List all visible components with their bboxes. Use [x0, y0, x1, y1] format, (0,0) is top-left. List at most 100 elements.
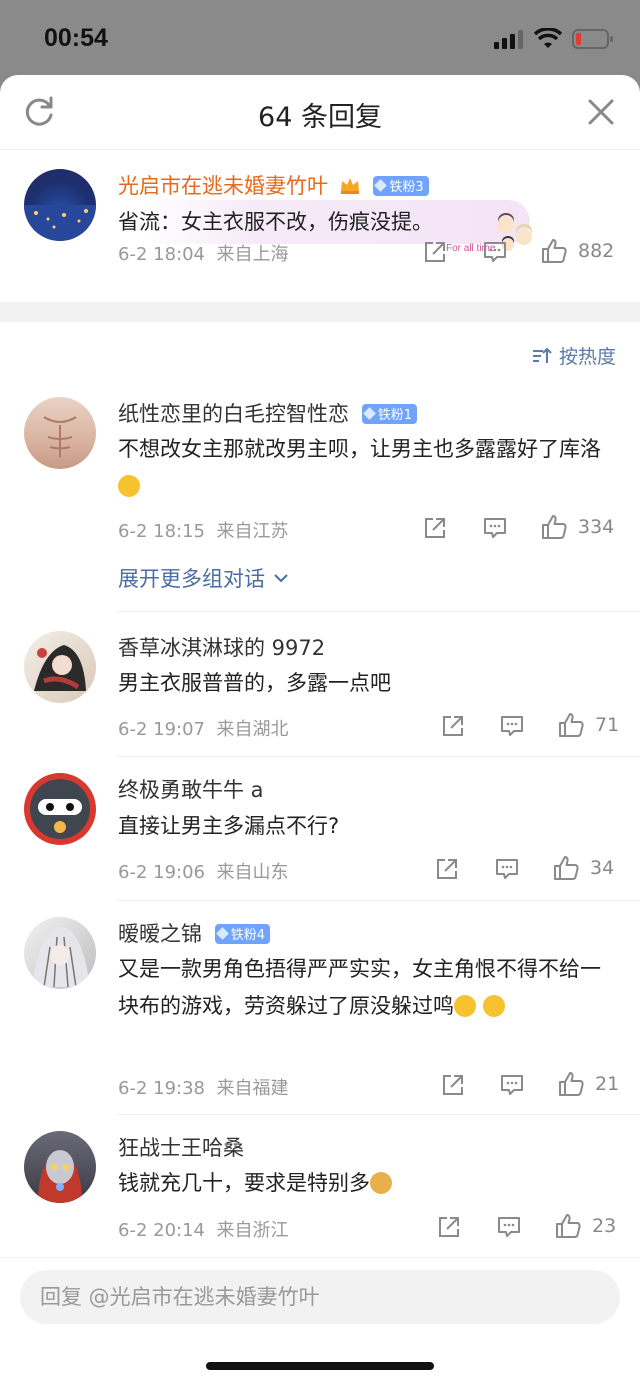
username-text: 光启市在逃未婚妻竹叶 — [118, 174, 328, 198]
like-button[interactable]: 334 — [540, 513, 614, 541]
share-button[interactable] — [434, 856, 460, 882]
comment-username[interactable]: 暧暧之锦 铁粉4 — [118, 918, 270, 948]
comment-icon — [484, 518, 506, 538]
avatar[interactable] — [24, 917, 96, 989]
share-button[interactable] — [422, 239, 448, 265]
row-divider — [118, 1114, 640, 1115]
comment-text: 省流：女主衣服不改，伤痕没提。 — [118, 210, 433, 234]
page-title: 64 条回复 — [258, 102, 382, 133]
comment-username[interactable]: 香草冰淇淋球的 9972 — [118, 632, 325, 662]
battery-icon — [572, 29, 613, 49]
share-icon — [425, 242, 445, 262]
replies-sheet: 64 条回复 光启市在逃未婚妻竹叶 铁粉3 省流：女主衣服不改，伤痕没提。 Fo… — [0, 75, 640, 1385]
close-icon[interactable] — [584, 95, 618, 129]
avatar-image — [24, 205, 96, 241]
avatar[interactable] — [24, 631, 96, 703]
share-icon — [437, 859, 457, 879]
like-count: 882 — [578, 240, 615, 262]
reply-input[interactable]: 回复 @光启市在逃未婚妻竹叶 — [20, 1270, 620, 1324]
comment-meta: 6-2 19:38 来自福建 — [118, 1078, 289, 1099]
comment-button[interactable] — [482, 239, 508, 265]
wifi-icon — [534, 28, 562, 48]
section-divider — [0, 302, 640, 322]
comment-icon — [496, 859, 518, 879]
expand-label: 展开更多组对话 — [118, 567, 265, 591]
sort-button[interactable]: 按热度 — [531, 342, 616, 369]
share-icon — [439, 1217, 459, 1237]
share-button[interactable] — [436, 1214, 462, 1240]
avatar[interactable] — [24, 169, 96, 241]
emoji-doge-icon — [370, 1172, 392, 1194]
avatar[interactable] — [24, 397, 96, 469]
comment-icon — [501, 716, 523, 736]
expand-conversation-link[interactable]: 展开更多组对话 — [118, 563, 290, 593]
status-bar: 00:54 — [0, 0, 640, 80]
comment-username[interactable]: 狂战士王哈桑 — [118, 1132, 244, 1162]
emoji-shocked-icon — [118, 475, 140, 497]
thumbs-up-icon — [559, 1072, 584, 1096]
comment-button[interactable] — [482, 515, 508, 541]
comment-meta: 6-2 19:06 来自山东 — [118, 862, 289, 883]
comment-meta: 6-2 20:14 来自浙江 — [118, 1220, 289, 1241]
comment-text: 钱就充几十，要求是特别多 — [118, 1165, 392, 1202]
comment-button[interactable] — [494, 856, 520, 882]
home-indicator — [206, 1362, 434, 1370]
thumbs-up-icon — [559, 713, 584, 737]
chevron-down-icon — [273, 574, 288, 583]
row-divider — [118, 900, 640, 901]
username-text: 暧暧之锦 — [118, 922, 202, 946]
comment-text: 不想改女主那就改男主呗，让男主也多露露好了库洛 — [118, 431, 618, 505]
avatar[interactable] — [24, 1131, 96, 1203]
thumbs-up-icon — [554, 856, 579, 880]
emoji-crying-laughing-icon — [482, 995, 505, 1017]
comment-username[interactable]: 光启市在逃未婚妻竹叶 铁粉3 — [118, 170, 429, 200]
fan-badge: 铁粉1 — [361, 403, 417, 424]
thumbs-up-icon — [542, 239, 567, 263]
like-button[interactable]: 23 — [554, 1212, 616, 1240]
comment-username[interactable]: 终极勇敢牛牛 a — [118, 774, 264, 804]
comment-button[interactable] — [499, 1072, 525, 1098]
share-icon — [425, 518, 445, 538]
like-count: 23 — [592, 1215, 617, 1237]
reply-bar: 回复 @光启市在逃未婚妻竹叶 — [0, 1257, 640, 1385]
comment-icon — [484, 242, 506, 262]
share-icon — [443, 1075, 463, 1095]
status-icons — [494, 26, 614, 52]
thumbs-up-icon — [556, 1214, 581, 1238]
share-button[interactable] — [422, 515, 448, 541]
comment-button[interactable] — [499, 713, 525, 739]
comment-text: 又是一款男角色捂得严严实实，女主角恨不得不给一块布的游戏，劳资躲过了原没躲过鸣 — [118, 957, 601, 1018]
avatar[interactable] — [24, 773, 96, 845]
like-count: 71 — [595, 714, 620, 736]
comment-text: 男主衣服普普的，多露一点吧 — [118, 671, 391, 695]
share-button[interactable] — [440, 1072, 466, 1098]
crown-icon — [339, 175, 361, 195]
like-count: 21 — [595, 1073, 620, 1095]
thumbs-up-icon — [542, 515, 567, 539]
sort-label: 按热度 — [558, 346, 616, 368]
comment-button[interactable] — [496, 1214, 522, 1240]
comment-text: 直接让男主多漏点不行? — [118, 814, 340, 838]
like-button[interactable]: 71 — [557, 711, 619, 739]
status-time: 00:54 — [44, 24, 108, 52]
like-count: 334 — [578, 516, 615, 538]
like-button[interactable]: 21 — [557, 1070, 619, 1098]
main-comment: 光启市在逃未婚妻竹叶 铁粉3 省流：女主衣服不改，伤痕没提。 For all t… — [0, 151, 640, 301]
sort-icon — [532, 347, 552, 363]
comment-username[interactable]: 纸性恋里的白毛控智性恋 铁粉1 — [118, 398, 417, 428]
comment-meta: 6-2 18:04 来自上海 — [118, 244, 289, 265]
signal-icon — [494, 30, 523, 49]
share-button[interactable] — [440, 713, 466, 739]
fan-badge: 铁粉3 — [373, 175, 429, 196]
emoji-crying-laughing-icon — [454, 995, 476, 1017]
sheet-header: 64 条回复 — [0, 75, 640, 150]
comment-icon — [498, 1217, 520, 1237]
fan-badge: 铁粉4 — [214, 923, 270, 944]
share-icon — [443, 716, 463, 736]
like-count: 34 — [590, 857, 615, 879]
comment-meta: 6-2 18:15 来自江苏 — [118, 521, 289, 542]
like-button[interactable]: 882 — [540, 237, 614, 265]
like-button[interactable]: 34 — [552, 854, 614, 882]
comment-meta: 6-2 19:07 来自湖北 — [118, 719, 289, 740]
row-divider — [118, 756, 640, 757]
